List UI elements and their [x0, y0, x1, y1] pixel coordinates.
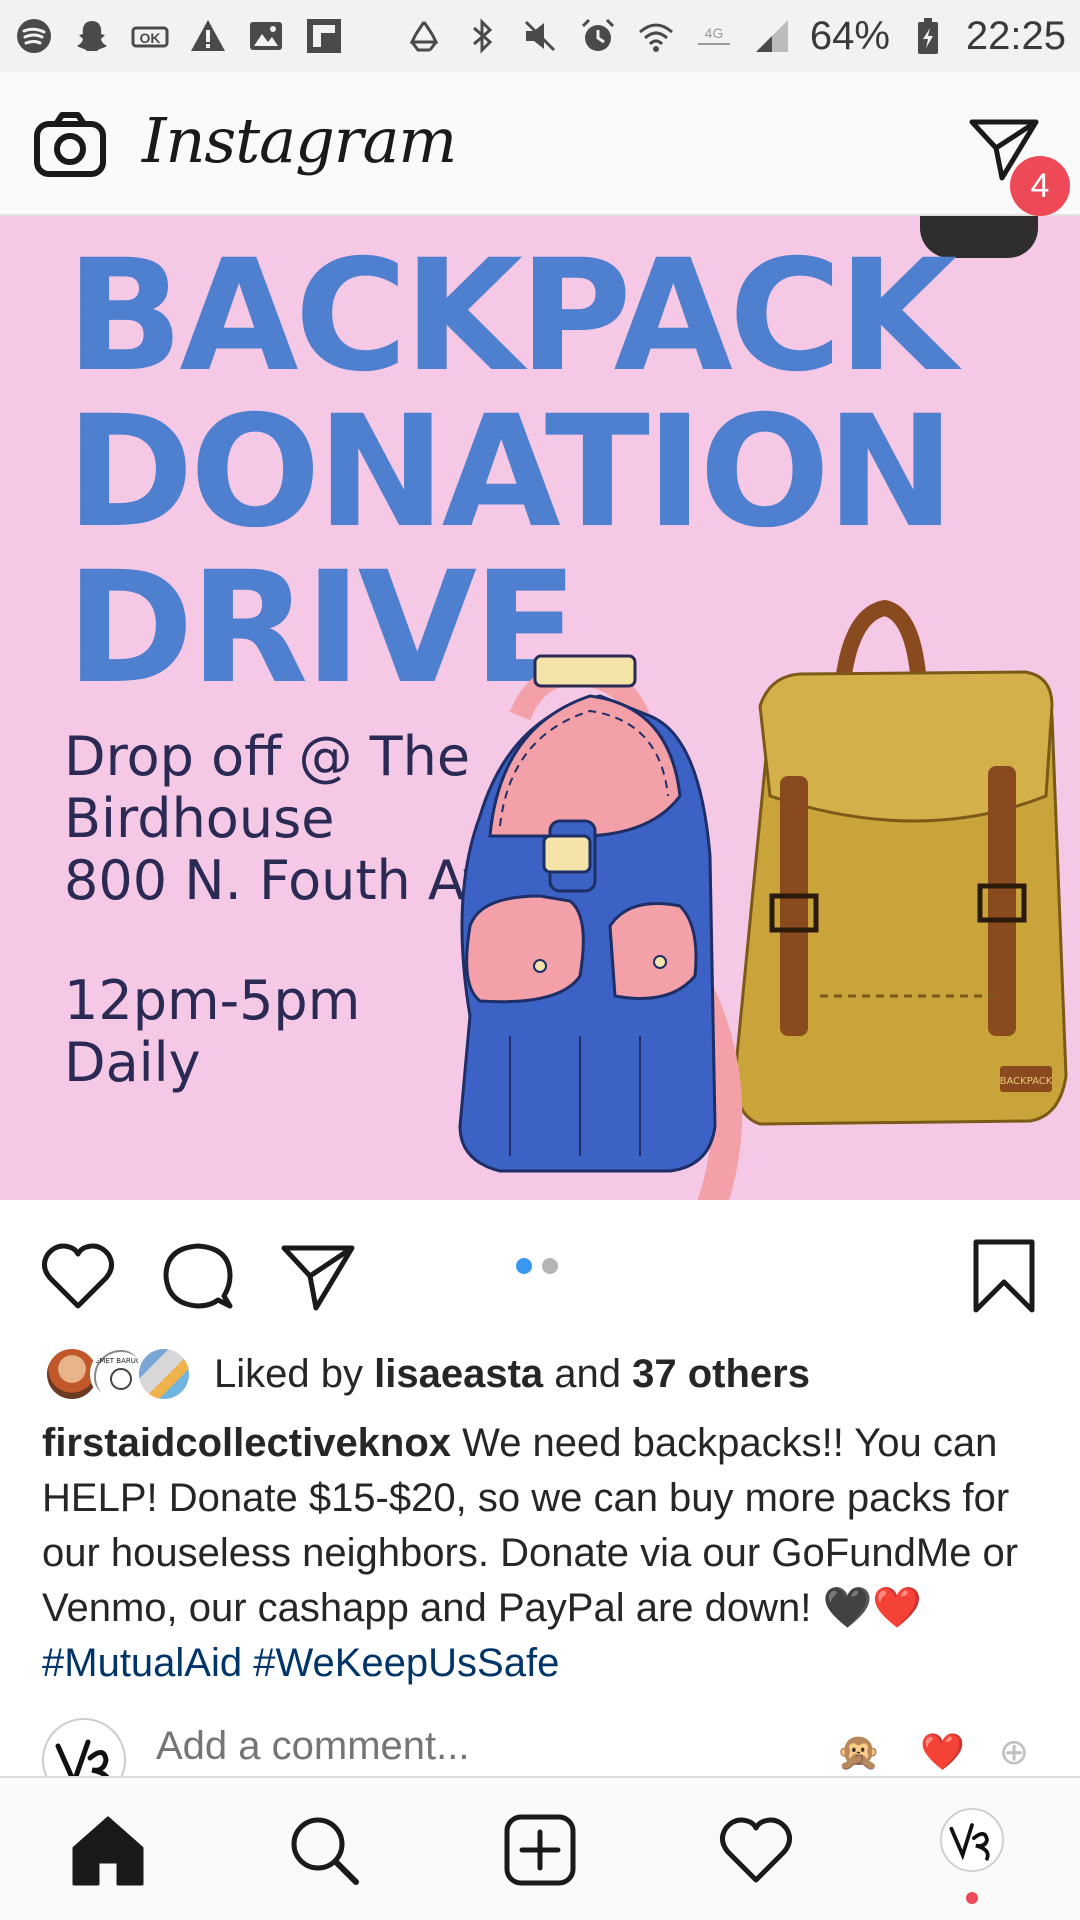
network-icon: 4G: [694, 16, 734, 56]
backpack-label: BACKPACK: [1000, 1076, 1053, 1087]
app-header: Instagram 4: [0, 72, 1080, 216]
instagram-logo: Instagram: [142, 104, 457, 177]
likes-middle: and: [543, 1351, 633, 1396]
likes-prefix: Liked by: [214, 1351, 375, 1396]
warning-icon: [188, 16, 228, 56]
headline-line-2: DONATION: [66, 383, 955, 562]
status-bar-right: 4G 64% 22:25: [404, 14, 1066, 59]
alarm-icon: [578, 16, 618, 56]
status-bar: OK 4G 64% 22:25: [0, 0, 1080, 72]
caption-username[interactable]: firstaidcollectiveknox: [42, 1421, 451, 1465]
quick-emoji-monkey[interactable]: 🙊: [836, 1730, 881, 1774]
flipboard-icon: [304, 16, 344, 56]
hours-line-1: 12pm-5pm: [64, 969, 361, 1032]
heart-icon: [720, 1817, 792, 1883]
signature-logo: [55, 1739, 110, 1776]
headline-line-1: BACKPACK: [66, 227, 957, 406]
nav-home[interactable]: [70, 1812, 146, 1888]
add-emoji-icon[interactable]: ⊕: [992, 1730, 1036, 1774]
add-comment-row: 🙊 ❤️ ⊕: [0, 1716, 1080, 1776]
post-image[interactable]: BACKPACK DONATION DRIVE Drop off @ The B…: [0, 216, 1080, 1200]
nav-profile[interactable]: [940, 1808, 1004, 1872]
comment-icon: [163, 1243, 233, 1309]
mute-icon: [520, 16, 560, 56]
clock: 22:25: [965, 13, 1066, 58]
comment-input[interactable]: [156, 1724, 636, 1769]
signal-icon: [752, 16, 792, 56]
yellow-backpack: BACKPACK: [733, 599, 1068, 1126]
paper-plane-icon: [281, 1245, 355, 1311]
carousel-dot-active: [516, 1258, 532, 1274]
liker-avatars: TEMET BARUGHA: [44, 1344, 192, 1404]
like-button[interactable]: [40, 1238, 116, 1314]
svg-text:OK: OK: [140, 30, 161, 46]
profile-avatar-icon: [949, 1823, 990, 1861]
battery-icon: [908, 16, 948, 56]
share-button[interactable]: [280, 1238, 356, 1314]
save-button[interactable]: [966, 1238, 1042, 1314]
home-icon: [72, 1816, 144, 1886]
caption-emojis: 🖤❤️: [822, 1586, 923, 1630]
notification-badge: 4: [1010, 156, 1070, 216]
quick-emoji-heart[interactable]: ❤️: [920, 1730, 965, 1774]
likes-text: Liked by lisaeasta and 37 others: [214, 1352, 810, 1397]
bluetooth-icon: [462, 16, 502, 56]
battery-percent: 64%: [809, 13, 890, 58]
hours-line-2: Daily: [64, 1031, 201, 1094]
snapchat-icon: [72, 16, 112, 56]
profile-notification-dot: [966, 1892, 978, 1904]
bookmark-icon: [973, 1239, 1035, 1313]
likes-summary[interactable]: TEMET BARUGHA Liked by lisaeasta and 37 …: [44, 1344, 810, 1404]
my-avatar: [42, 1718, 126, 1776]
svg-text:4G: 4G: [704, 25, 723, 41]
carousel-dot: [542, 1258, 558, 1274]
carousel-indicator: [516, 1258, 558, 1274]
likes-others[interactable]: 37 others: [632, 1352, 810, 1396]
add-post-icon: [504, 1814, 576, 1886]
caption-hashtags[interactable]: #MutualAid #WeKeepUsSafe: [42, 1641, 559, 1685]
wifi-icon: [636, 16, 676, 56]
search-icon: [291, 1817, 359, 1885]
nav-new-post[interactable]: [502, 1812, 578, 1888]
pink-backpack: [458, 654, 743, 1200]
gallery-icon: [246, 16, 286, 56]
nav-activity[interactable]: [718, 1812, 794, 1888]
hours-text: 12pm-5pm Daily: [64, 970, 360, 1094]
post-caption: firstaidcollectiveknox We need backpacks…: [42, 1416, 1042, 1691]
liker-avatar-3: [136, 1346, 192, 1402]
spotify-icon: [14, 16, 54, 56]
recycle-icon: [404, 16, 444, 56]
status-bar-left: OK: [14, 16, 344, 56]
liked-by-user[interactable]: lisaeasta: [374, 1352, 543, 1396]
backpacks-illustration: BACKPACK: [458, 599, 1068, 1200]
comment-button[interactable]: [160, 1238, 236, 1314]
camera-button[interactable]: [34, 112, 106, 178]
heart-icon: [42, 1243, 114, 1309]
camera-icon: [34, 112, 106, 177]
bottom-navigation: [0, 1776, 1080, 1920]
nav-search[interactable]: [286, 1812, 362, 1888]
ok-icon: OK: [130, 16, 170, 56]
